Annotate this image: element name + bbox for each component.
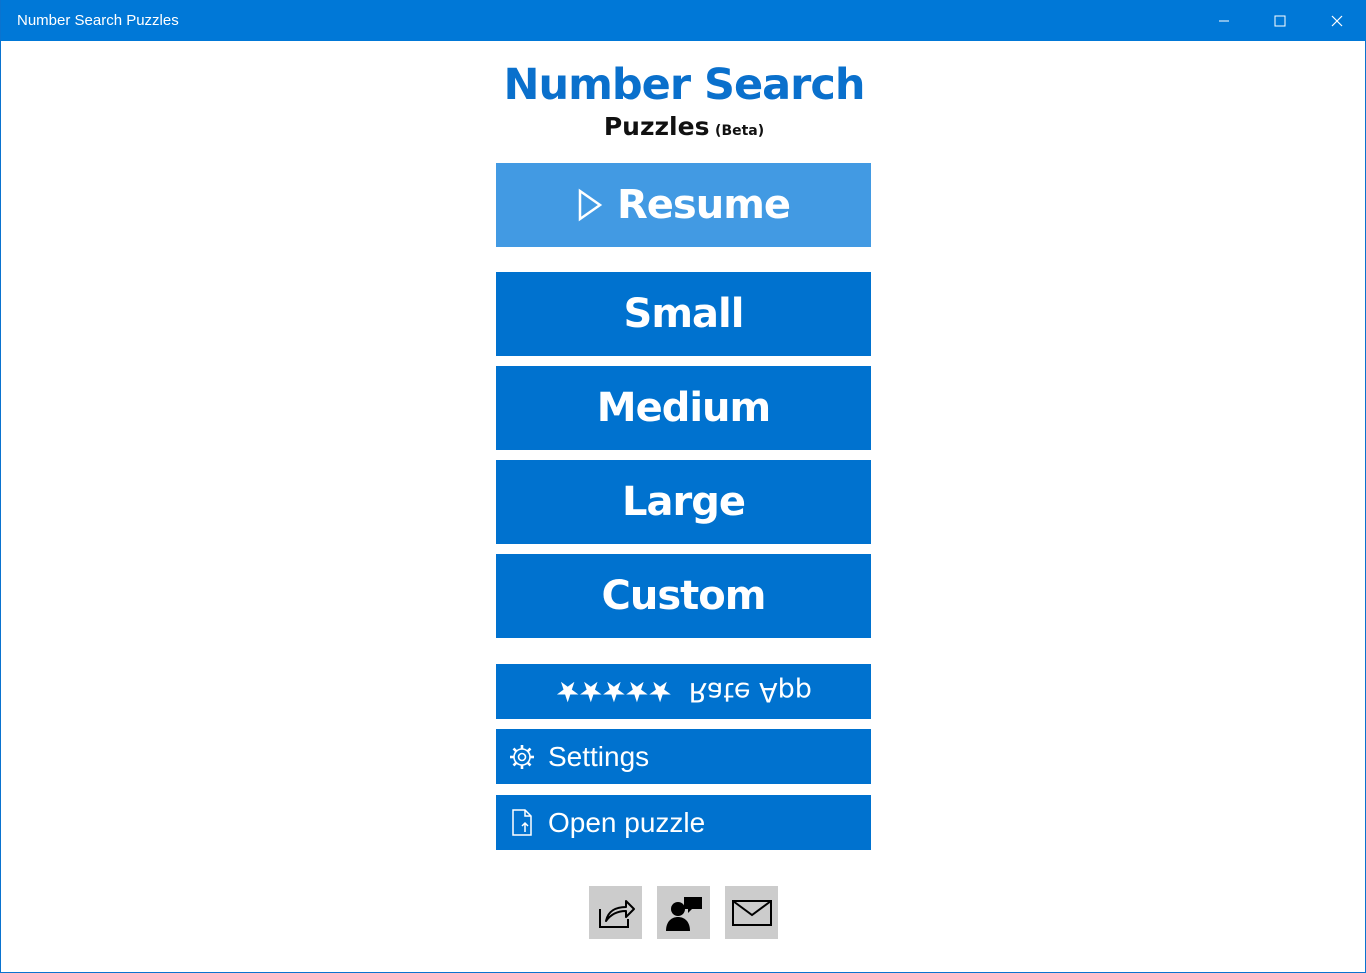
custom-label: Custom	[601, 573, 767, 619]
play-icon	[578, 188, 603, 222]
gear-icon	[496, 743, 548, 771]
open-puzzle-label: Open puzzle	[548, 806, 706, 838]
mail-button[interactable]	[725, 886, 778, 939]
logo-subtitle-text: Puzzles	[603, 112, 710, 141]
rate-app-label: Rate App	[688, 676, 812, 707]
medium-label: Medium	[596, 385, 771, 431]
maximize-button[interactable]	[1251, 0, 1308, 41]
mail-icon	[731, 899, 772, 926]
share-button[interactable]	[589, 886, 642, 939]
minimize-icon	[1218, 20, 1229, 21]
resume-button[interactable]: Resume	[496, 163, 871, 247]
logo-title: Number Search	[503, 60, 866, 110]
rate-app-button[interactable]: ★★★★★ Rate App	[496, 664, 871, 719]
large-label: Large	[622, 479, 746, 525]
settings-label: Settings	[548, 740, 650, 772]
share-icon	[598, 899, 635, 928]
logo-subtitle: Puzzles (Beta)	[1, 112, 1366, 141]
medium-button[interactable]: Medium	[496, 366, 871, 450]
small-button[interactable]: Small	[496, 272, 871, 356]
close-button[interactable]	[1308, 0, 1365, 41]
window-title: Number Search Puzzles	[17, 12, 179, 29]
feedback-icon	[665, 896, 702, 931]
maximize-icon	[1274, 15, 1285, 26]
close-icon	[1331, 15, 1342, 26]
small-label: Small	[623, 291, 745, 337]
custom-button[interactable]: Custom	[496, 554, 871, 638]
resume-label: Resume	[616, 182, 791, 228]
minimize-button[interactable]	[1195, 0, 1252, 41]
feedback-button[interactable]	[657, 886, 710, 939]
stars-icon: ★★★★★	[555, 675, 671, 708]
large-button[interactable]: Large	[496, 460, 871, 544]
rate-app-content: ★★★★★ Rate App	[555, 675, 812, 708]
settings-button[interactable]: Settings	[496, 729, 871, 784]
app-window: Number Search Puzzles Number Search Puzz…	[0, 0, 1366, 973]
beta-badge: (Beta)	[715, 123, 765, 139]
open-file-icon	[496, 808, 548, 838]
title-bar[interactable]: Number Search Puzzles	[1, 0, 1366, 41]
open-puzzle-button[interactable]: Open puzzle	[496, 795, 871, 850]
